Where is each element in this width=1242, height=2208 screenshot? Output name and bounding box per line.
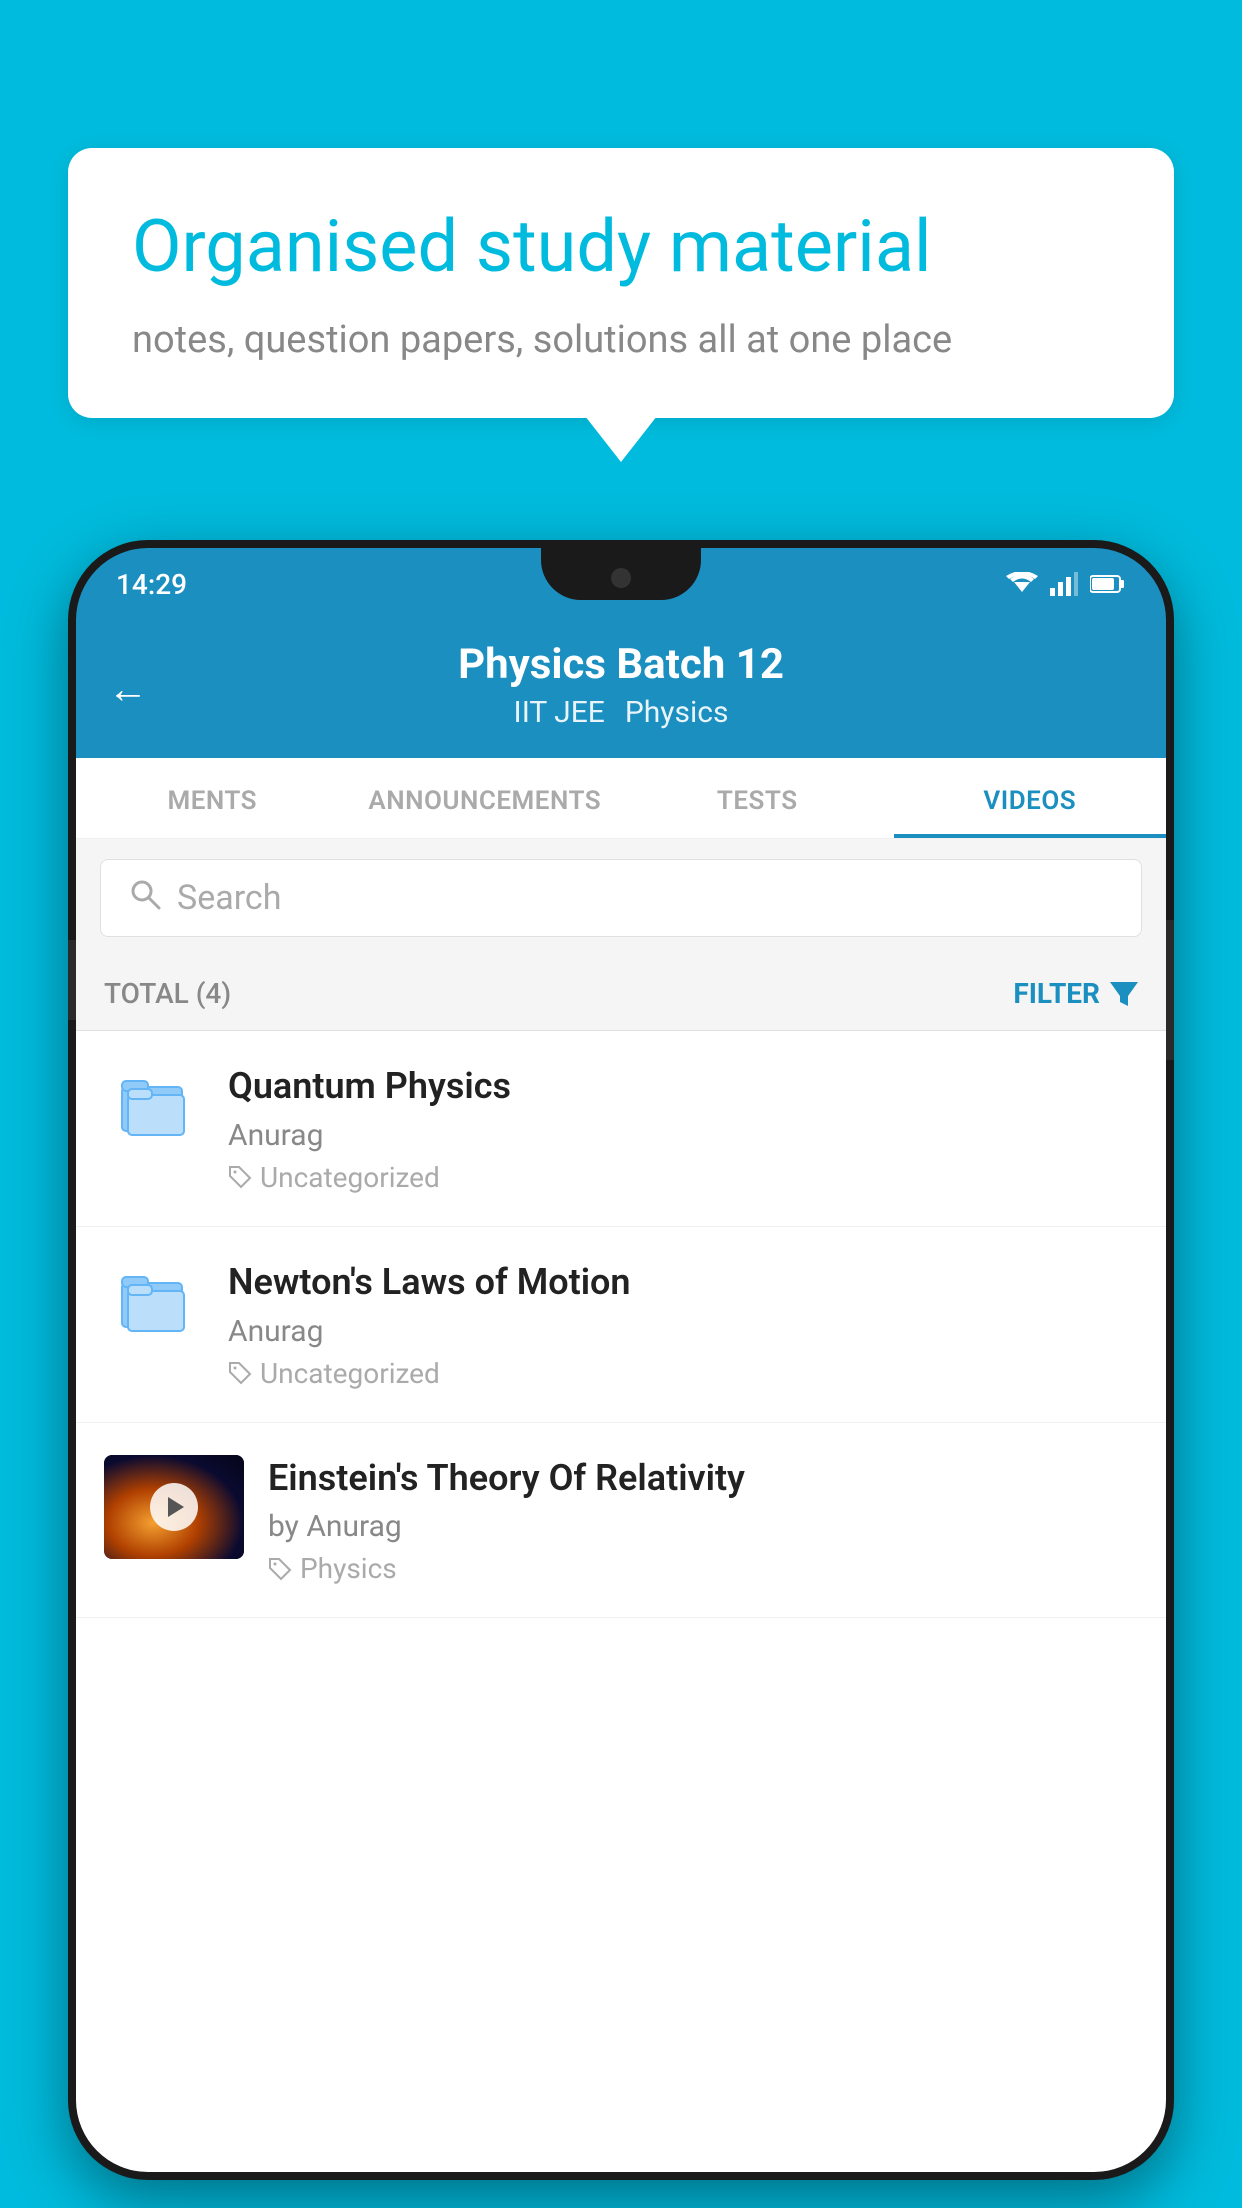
tab-videos[interactable]: VIDEOS xyxy=(894,758,1167,838)
back-button[interactable]: ← xyxy=(108,666,148,713)
video-tag: Uncategorized xyxy=(228,1161,1138,1194)
video-title: Quantum Physics xyxy=(228,1063,1138,1110)
filter-label: FILTER xyxy=(1013,977,1100,1010)
battery-icon xyxy=(1090,574,1126,594)
tab-tests[interactable]: TESTS xyxy=(621,758,894,838)
screen: ← Physics Batch 12 IIT JEE Physics MENTS… xyxy=(76,620,1166,2172)
video-info: Einstein's Theory Of Relativity by Anura… xyxy=(268,1455,1138,1586)
header-subtitle-physics: Physics xyxy=(625,695,729,730)
play-button[interactable] xyxy=(150,1483,198,1531)
tab-ments[interactable]: MENTS xyxy=(76,758,349,838)
search-input-wrapper[interactable]: Search xyxy=(100,859,1142,937)
camera xyxy=(611,568,631,588)
tag-icon xyxy=(268,1557,292,1581)
video-info: Quantum Physics Anurag Uncategorized xyxy=(228,1063,1138,1194)
total-count: TOTAL (4) xyxy=(104,977,231,1010)
list-item[interactable]: Einstein's Theory Of Relativity by Anura… xyxy=(76,1423,1166,1619)
phone-inner: 14:29 xyxy=(76,548,1166,2172)
speech-bubble-section: Organised study material notes, question… xyxy=(68,148,1174,418)
search-bar-container: Search xyxy=(76,839,1166,957)
header-title: Physics Batch 12 xyxy=(116,640,1126,689)
video-info: Newton's Laws of Motion Anurag Uncategor… xyxy=(228,1259,1138,1390)
tag-icon xyxy=(228,1165,252,1189)
list-item[interactable]: Quantum Physics Anurag Uncategorized xyxy=(76,1031,1166,1227)
filter-button[interactable]: FILTER xyxy=(1013,977,1138,1010)
tag-icon xyxy=(228,1361,252,1385)
video-tag: Uncategorized xyxy=(228,1357,1138,1390)
signal-icon xyxy=(1050,572,1078,596)
search-icon xyxy=(129,878,161,918)
folder-icon xyxy=(118,1263,190,1335)
wifi-icon xyxy=(1006,572,1038,596)
play-triangle-icon xyxy=(168,1497,184,1517)
tab-bar: MENTS ANNOUNCEMENTS TESTS VIDEOS xyxy=(76,758,1166,839)
folder-icon-wrap xyxy=(104,1063,204,1139)
folder-icon-wrap xyxy=(104,1259,204,1335)
bubble-subtitle: notes, question papers, solutions all at… xyxy=(132,318,1110,362)
video-author: Anurag xyxy=(228,1118,1138,1153)
video-list: Quantum Physics Anurag Uncategorized xyxy=(76,1031,1166,1618)
search-placeholder: Search xyxy=(177,878,281,918)
filter-icon xyxy=(1110,980,1138,1008)
folder-icon xyxy=(118,1067,190,1139)
phone-frame: 14:29 xyxy=(68,540,1174,2180)
status-icons xyxy=(1006,572,1126,596)
header-subtitle-iitjee: IIT JEE xyxy=(514,695,605,730)
video-title: Newton's Laws of Motion xyxy=(228,1259,1138,1306)
video-thumbnail xyxy=(104,1455,244,1559)
notch xyxy=(541,548,701,600)
list-item[interactable]: Newton's Laws of Motion Anurag Uncategor… xyxy=(76,1227,1166,1423)
app-header: ← Physics Batch 12 IIT JEE Physics xyxy=(76,620,1166,758)
status-bar: 14:29 xyxy=(76,548,1166,620)
video-author: by Anurag xyxy=(268,1509,1138,1544)
video-tag: Physics xyxy=(268,1552,1138,1585)
header-subtitle: IIT JEE Physics xyxy=(116,695,1126,730)
bubble-title: Organised study material xyxy=(132,204,1110,290)
tab-announcements[interactable]: ANNOUNCEMENTS xyxy=(349,758,622,838)
filter-bar: TOTAL (4) FILTER xyxy=(76,957,1166,1031)
video-author: Anurag xyxy=(228,1314,1138,1349)
speech-bubble: Organised study material notes, question… xyxy=(68,148,1174,418)
video-title: Einstein's Theory Of Relativity xyxy=(268,1455,1138,1502)
